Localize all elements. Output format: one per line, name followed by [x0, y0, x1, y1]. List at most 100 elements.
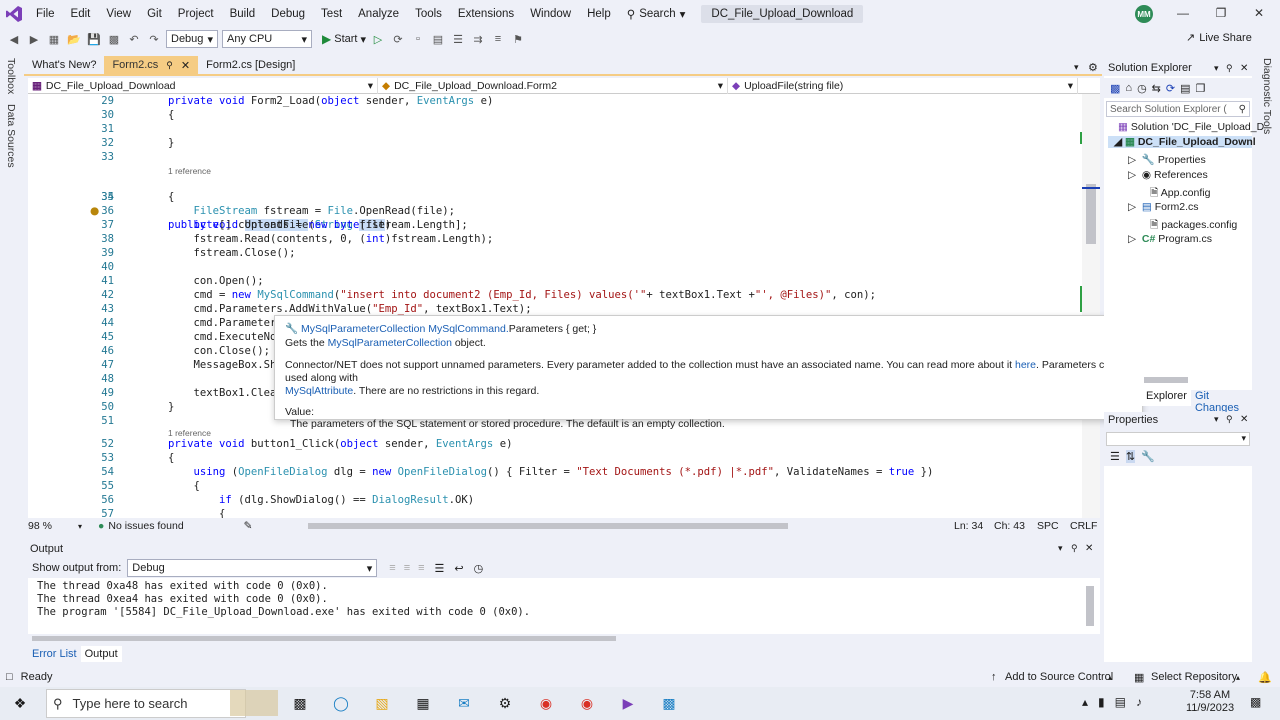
tree-item-program[interactable]: ▷ C# Program.cs [1128, 233, 1212, 245]
store-icon[interactable]: ▦ [413, 693, 433, 713]
app-icon[interactable]: ⚙ [495, 693, 515, 713]
tree-item-project[interactable]: ◢ ▦ DC_File_Upload_Downl [1108, 136, 1256, 148]
settings-gear-icon[interactable]: ⚙ [1088, 61, 1098, 74]
word-wrap-icon[interactable]: ↩ [454, 562, 463, 575]
tab-git-changes[interactable]: Git Changes [1195, 390, 1252, 414]
menu-edit[interactable]: Edit [63, 0, 99, 28]
categorized-icon[interactable]: ☰ [1110, 450, 1120, 463]
maximize-icon[interactable]: ❐ [1213, 6, 1229, 22]
project-dropdown[interactable]: ▦ DC_File_Upload_Download ▾ [28, 78, 378, 94]
start-without-debug-icon[interactable]: ▷ [370, 31, 386, 47]
tree-item-form2[interactable]: ▷ ▤ Form2.cs [1128, 201, 1199, 213]
tab-whats-new[interactable]: What's New? [24, 56, 104, 74]
solution-search-input[interactable]: Search Solution Explorer ( ⚲ [1106, 101, 1250, 117]
minimize-icon[interactable]: — [1175, 6, 1191, 22]
code-editor[interactable]: 29 private void Form2_Load(object sender,… [28, 94, 1100, 518]
whitespace-indicator[interactable]: SPC [1037, 520, 1059, 532]
brush-icon[interactable]: ✎ [244, 520, 253, 532]
tab-solution-explorer[interactable]: Explorer [1142, 390, 1191, 406]
collapse-icon[interactable]: ▤ [1180, 82, 1190, 95]
horizontal-scroll-thumb[interactable] [308, 523, 788, 529]
menu-test[interactable]: Test [313, 0, 350, 28]
toolbox-tab[interactable]: Toolbox [5, 58, 17, 94]
menu-debug[interactable]: Debug [263, 0, 313, 28]
bookmark-icon[interactable]: ⚑ [510, 31, 526, 47]
start-button[interactable]: ▶ Start ▾ [322, 32, 366, 46]
close-icon[interactable]: ✕ [1251, 6, 1267, 22]
close-icon[interactable]: ✕ [1240, 414, 1248, 425]
live-share-button[interactable]: ↗ Live Share [1186, 31, 1252, 45]
volume-icon[interactable]: ♪ [1136, 695, 1142, 709]
step-icon[interactable]: ⇉ [470, 31, 486, 47]
menu-tools[interactable]: Tools [407, 0, 450, 28]
windows-start-icon[interactable]: ❖ [10, 694, 30, 714]
home-icon[interactable]: ⌂ [1125, 82, 1132, 94]
tab-output[interactable]: Output [80, 646, 122, 662]
network-icon[interactable]: ▤ [1115, 695, 1126, 709]
wrench-icon[interactable]: 🔧 [1141, 450, 1155, 463]
chevron-down-icon[interactable]: ▾ [78, 522, 82, 531]
comment-icon[interactable]: ≡ [490, 31, 506, 47]
remarks-link-attribute[interactable]: MySqlAttribute [285, 385, 353, 397]
member-dropdown[interactable]: ◆ UploadFile(string file) ▾ [728, 78, 1078, 94]
forward-icon[interactable]: ▶ [26, 31, 42, 47]
edge-icon[interactable]: ◯ [331, 693, 351, 713]
align-icon[interactable]: ☰ [450, 31, 466, 47]
search-box[interactable]: ⚲ Search ▾ [619, 7, 694, 21]
output-v-scroll-thumb[interactable] [1086, 586, 1094, 626]
tab-form2-design[interactable]: Form2.cs [Design] [198, 56, 303, 74]
file-explorer-icon[interactable]: ▧ [372, 693, 392, 713]
object-select[interactable]: ▾ [1106, 432, 1250, 446]
tree-item-properties[interactable]: ▷ 🔧 Properties [1128, 153, 1206, 166]
platform-select[interactable]: Any CPU ▾ [222, 30, 312, 48]
undo-icon[interactable]: ↶ [126, 31, 142, 47]
pin-icon[interactable]: ⚲ [1226, 414, 1233, 425]
visual-studio-taskbar-icon[interactable]: ▶ [618, 693, 638, 713]
sync-icon[interactable]: ⇆ [1152, 82, 1161, 95]
output-h-scroll-thumb[interactable] [32, 636, 616, 641]
alphabetical-icon[interactable]: ⇅ [1125, 450, 1136, 463]
history-icon[interactable]: ◷ [1137, 82, 1147, 95]
close-tab-icon[interactable]: ✕ [181, 59, 190, 72]
save-all-icon[interactable]: ▩ [106, 31, 122, 47]
next-message-icon[interactable]: ≡ [418, 562, 424, 574]
pin-icon[interactable]: ⚲ [1226, 63, 1233, 74]
tree-item-solution[interactable]: ▦ Solution 'DC_File_Upload_D [1118, 121, 1264, 133]
output-text-area[interactable]: The thread 0xa48 has exited with code 0 … [28, 578, 1100, 641]
task-view-icon[interactable]: ▩ [290, 693, 310, 713]
layout-icon[interactable]: ▤ [430, 31, 446, 47]
notification-bell-icon[interactable]: 🔔 [1258, 671, 1272, 684]
avatar[interactable]: MM [1135, 5, 1153, 23]
terminal-icon[interactable]: ▩ [659, 693, 679, 713]
visual-studio-logo-icon[interactable] [0, 0, 28, 28]
clock[interactable]: 7:58 AM 11/9/2023 [1185, 689, 1235, 715]
signature-prefix[interactable]: MySqlParameterCollection MySqlCommand. [301, 323, 509, 335]
menu-build[interactable]: Build [222, 0, 264, 28]
tab-overflow-icon[interactable]: ▾ [1074, 62, 1079, 73]
hot-reload-icon[interactable]: ⟳ [390, 31, 406, 47]
tab-error-list[interactable]: Error List [28, 646, 81, 662]
prev-message-icon[interactable]: ≡ [404, 562, 410, 574]
class-dropdown[interactable]: ◆ DC_File_Upload_Download.Form2 ▾ [378, 78, 728, 94]
pin-icon[interactable]: ⚲ [1071, 543, 1078, 554]
output-source-select[interactable]: Debug ▾ [127, 559, 378, 577]
clear-all-icon[interactable]: ☰ [435, 562, 445, 575]
chevron-down-icon[interactable]: ▾ [1058, 543, 1063, 554]
menu-help[interactable]: Help [579, 0, 619, 28]
copy-icon[interactable]: ❐ [1196, 82, 1206, 95]
mail-icon[interactable]: ✉ [454, 693, 474, 713]
config-select[interactable]: Debug ▾ [166, 30, 218, 48]
menu-window[interactable]: Window [522, 0, 579, 28]
data-sources-tab[interactable]: Data Sources [5, 104, 17, 168]
add-to-source-control[interactable]: Add to Source Control [1005, 671, 1113, 683]
battery-icon[interactable]: ▮ [1098, 695, 1105, 709]
chevron-down-icon[interactable]: ▾ [1214, 414, 1219, 425]
chrome-icon[interactable]: ◉ [536, 693, 556, 713]
solution-h-scroll-thumb[interactable] [1144, 377, 1188, 383]
chevron-down-icon[interactable]: ▾ [1214, 63, 1219, 74]
find-message-icon[interactable]: ≡ [389, 562, 395, 574]
zoom-level[interactable]: 98 % [28, 520, 78, 532]
scroll-thumb[interactable] [1086, 184, 1096, 244]
menu-file[interactable]: File [28, 0, 63, 28]
menu-analyze[interactable]: Analyze [350, 0, 407, 28]
